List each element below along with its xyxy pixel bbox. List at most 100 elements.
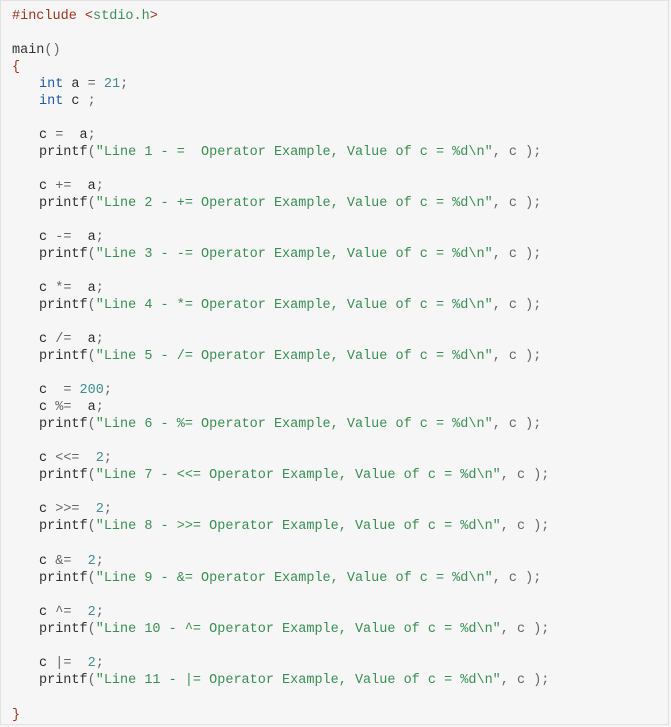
printf-open: ( [87,349,96,364]
printf-rest: , c ); [500,468,550,483]
assign-line: c ^= 2; [39,604,104,621]
printf-open: ( [87,519,96,534]
printf-rest: , c ); [500,622,550,637]
printf-string: "Line 3 - -= Operator Example, Value of … [95,247,493,262]
assign-op: %= [55,400,72,415]
assign-lhs: c [39,383,48,398]
assign-line: c >>= 2; [39,501,112,518]
assign-lhs: c [39,605,48,620]
printf-string: "Line 5 - /= Operator Example, Value of … [95,349,493,364]
assign-line: c <<= 2; [39,450,112,467]
printf-rest: , c ); [492,298,542,313]
printf-fn: printf [39,571,88,586]
assign-line: c *= a; [39,280,104,297]
printf-fn: printf [39,519,88,534]
assign-op: >>= [55,502,80,517]
assign-line: c %= a; [39,399,104,416]
brace-close-char: } [12,708,21,723]
assign-op: ^= [55,605,72,620]
decl-c: int c ; [39,93,96,110]
assign-end: ; [95,656,104,671]
assign-op: |= [55,656,72,671]
printf-string: "Line 9 - &= Operator Example, Value of … [95,571,493,586]
assign-op: /= [55,332,72,347]
assign-end: ; [87,128,96,143]
assign-lhs: c [39,656,48,671]
printf-open: ( [87,145,96,160]
printf-line: printf("Line 3 - -= Operator Example, Va… [39,246,541,263]
assign-end: ; [95,400,104,415]
printf-string: "Line 7 - <<= Operator Example, Value of… [95,468,501,483]
printf-fn: printf [39,145,88,160]
printf-fn: printf [39,349,88,364]
printf-rest: , c ); [492,417,542,432]
assign-end: ; [103,502,112,517]
assign-lhs: c [39,554,48,569]
assign-lhs: c [39,179,48,194]
assign-lhs: c [39,230,48,245]
include-directive: #include [12,9,77,24]
printf-line: printf("Line 11 - |= Operator Example, V… [39,672,549,689]
assign-line: c += a; [39,178,104,195]
printf-string: "Line 1 - = Operator Example, Value of c… [95,145,493,160]
assign-rhs: a [87,400,96,415]
printf-fn: printf [39,298,88,313]
printf-fn: printf [39,196,88,211]
printf-string: "Line 4 - *= Operator Example, Value of … [95,298,493,313]
assign-rhs: a [87,332,96,347]
assign-lhs: c [39,451,48,466]
decl-a-op: = [87,77,96,92]
printf-rest: , c ); [500,673,550,688]
code-block: #include <stdio.h> main() { int a = 21; … [0,0,669,725]
assign-end: ; [95,554,104,569]
assign-op: &= [55,554,72,569]
assign-end: ; [103,451,112,466]
decl-c-name: c [71,94,80,109]
printf-string: "Line 6 - %= Operator Example, Value of … [95,417,493,432]
printf-line: printf("Line 8 - >>= Operator Example, V… [39,518,549,535]
assign-rhs: a [79,128,88,143]
printf-open: ( [87,247,96,262]
assign-lhs: c [39,502,48,517]
printf-open: ( [87,571,96,586]
assign-line: c &= 2; [39,553,104,570]
assign-rhs: 2 [95,502,104,517]
assign-op: = [55,128,64,143]
printf-rest: , c ); [492,571,542,586]
printf-open: ( [87,417,96,432]
main-parens: () [44,43,61,58]
assign-end: ; [103,383,112,398]
printf-fn: printf [39,673,88,688]
assign-op: += [55,179,72,194]
assign-end: ; [95,605,104,620]
printf-fn: printf [39,622,88,637]
assign-line: c /= a; [39,331,104,348]
printf-line: printf("Line 7 - <<= Operator Example, V… [39,467,549,484]
decl-a-name: a [71,77,80,92]
printf-open: ( [87,196,96,211]
assign-line: c = 200; [39,382,112,399]
printf-string: "Line 8 - >>= Operator Example, Value of… [95,519,501,534]
include-lt: < [84,9,94,24]
main-signature: main() [12,42,61,59]
assign-end: ; [95,179,104,194]
assign-rhs: 200 [79,383,104,398]
assign-line: c |= 2; [39,655,104,672]
printf-rest: , c ); [492,196,542,211]
assign-line: c = a; [39,127,96,144]
assign-rhs: a [87,281,96,296]
decl-c-end: ; [87,94,96,109]
assign-end: ; [95,332,104,347]
printf-rest: , c ); [492,145,542,160]
assign-rhs: a [87,179,96,194]
decl-a-type: int [39,77,64,92]
brace-open-char: { [12,60,21,75]
brace-close: } [12,707,20,724]
printf-fn: printf [39,468,88,483]
assign-rhs: 2 [87,554,96,569]
printf-fn: printf [39,417,88,432]
printf-line: printf("Line 10 - ^= Operator Example, V… [39,621,549,638]
printf-line: printf("Line 9 - &= Operator Example, Va… [39,570,541,587]
printf-line: printf("Line 4 - *= Operator Example, Va… [39,297,541,314]
printf-string: "Line 2 - += Operator Example, Value of … [95,196,493,211]
